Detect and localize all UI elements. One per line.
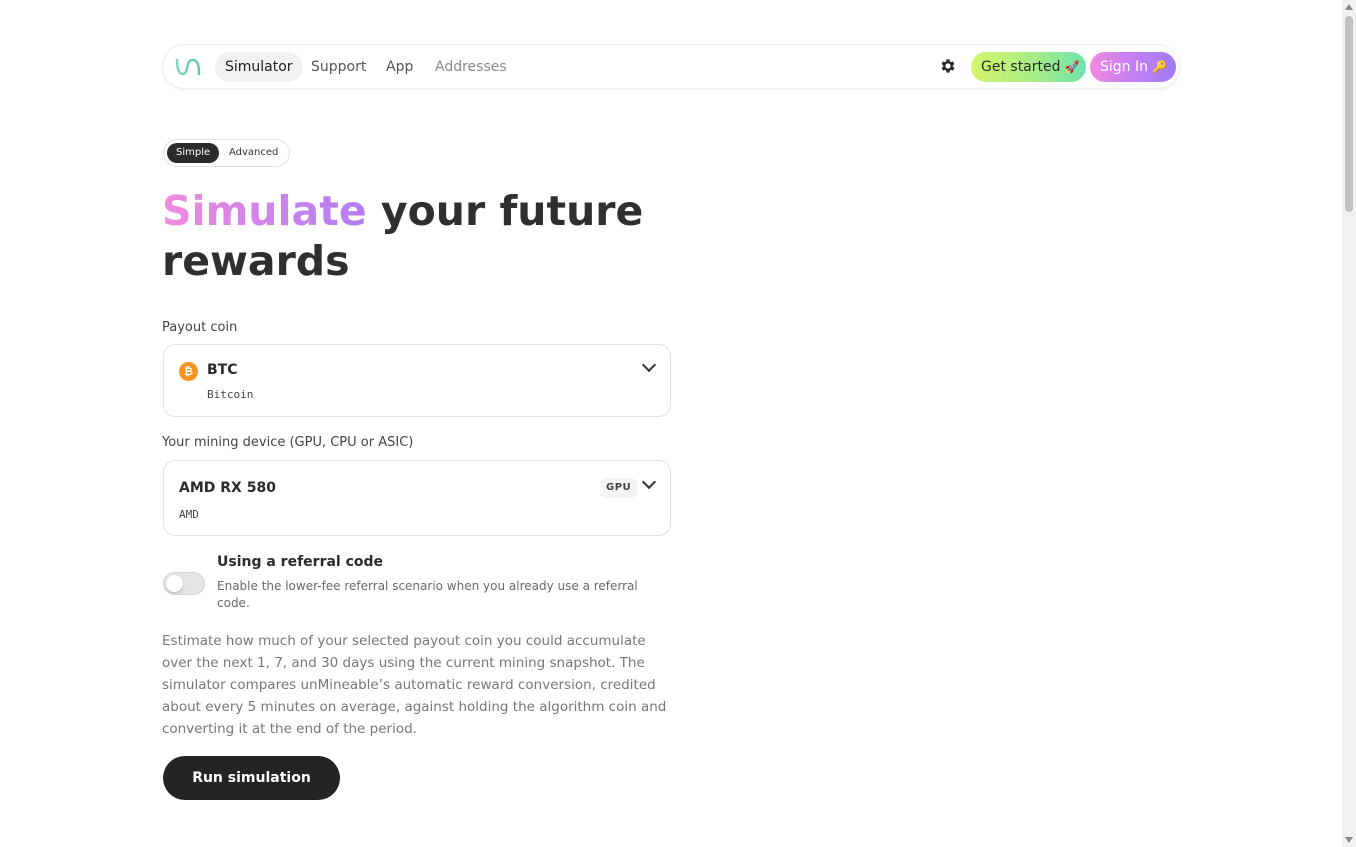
scroll-down-arrow[interactable] [1345,837,1353,843]
sign-in-button[interactable]: Sign In 🔑 [1090,52,1176,82]
mode-advanced-button[interactable]: Advanced [228,143,279,163]
mining-device-label: Your mining device (GPU, CPU or ASIC) [162,435,414,450]
scroll-thumb[interactable] [1345,16,1353,212]
nav-item-addresses[interactable]: Addresses [425,52,517,82]
mode-toggle: Simple Advanced [163,139,290,167]
coin-name: Bitcoin [207,388,254,401]
device-name: AMD RX 580 [179,480,276,496]
nav-item-app[interactable]: App [376,52,423,82]
coin-symbol: BTC [207,362,238,378]
nav-item-support[interactable]: Support [301,52,376,82]
rocket-icon: 🚀 [1064,60,1080,74]
bitcoin-icon: ₿ [179,362,198,381]
key-icon: 🔑 [1152,60,1167,74]
scroll-up-arrow[interactable] [1345,4,1353,10]
device-brand: AMD [179,508,199,521]
referral-description: Enable the lower-fee referral scenario w… [217,579,638,610]
nav-item-simulator[interactable]: Simulator [215,52,303,82]
logo-icon[interactable] [174,56,202,78]
sign-in-label: Sign In [1100,59,1148,75]
mining-device-select[interactable]: AMD RX 580 AMD GPU [163,460,671,536]
toggle-knob [166,575,183,592]
scrollbar[interactable] [1342,0,1356,847]
top-navbar: Simulator Support App Addresses Get star… [162,44,1180,89]
get-started-label: Get started [981,59,1061,75]
referral-title: Using a referral code [217,554,384,570]
referral-toggle[interactable] [163,572,205,595]
simulation-description: Estimate how much of your selected payou… [162,633,667,737]
get-started-button[interactable]: Get started 🚀 [971,52,1086,82]
mode-simple-button[interactable]: Simple [167,143,220,163]
payout-coin-select[interactable]: ₿ BTC Bitcoin [163,344,671,417]
gear-icon[interactable] [939,57,957,75]
payout-coin-label: Payout coin [162,320,238,335]
run-simulation-button[interactable]: Run simulation [163,756,340,800]
chevron-down-icon [641,474,657,490]
page-title-accent: Simulate [162,187,367,235]
chevron-down-icon [641,357,657,373]
page-title: Simulate your future rewards [162,186,682,286]
device-type-badge: GPU [600,478,638,498]
